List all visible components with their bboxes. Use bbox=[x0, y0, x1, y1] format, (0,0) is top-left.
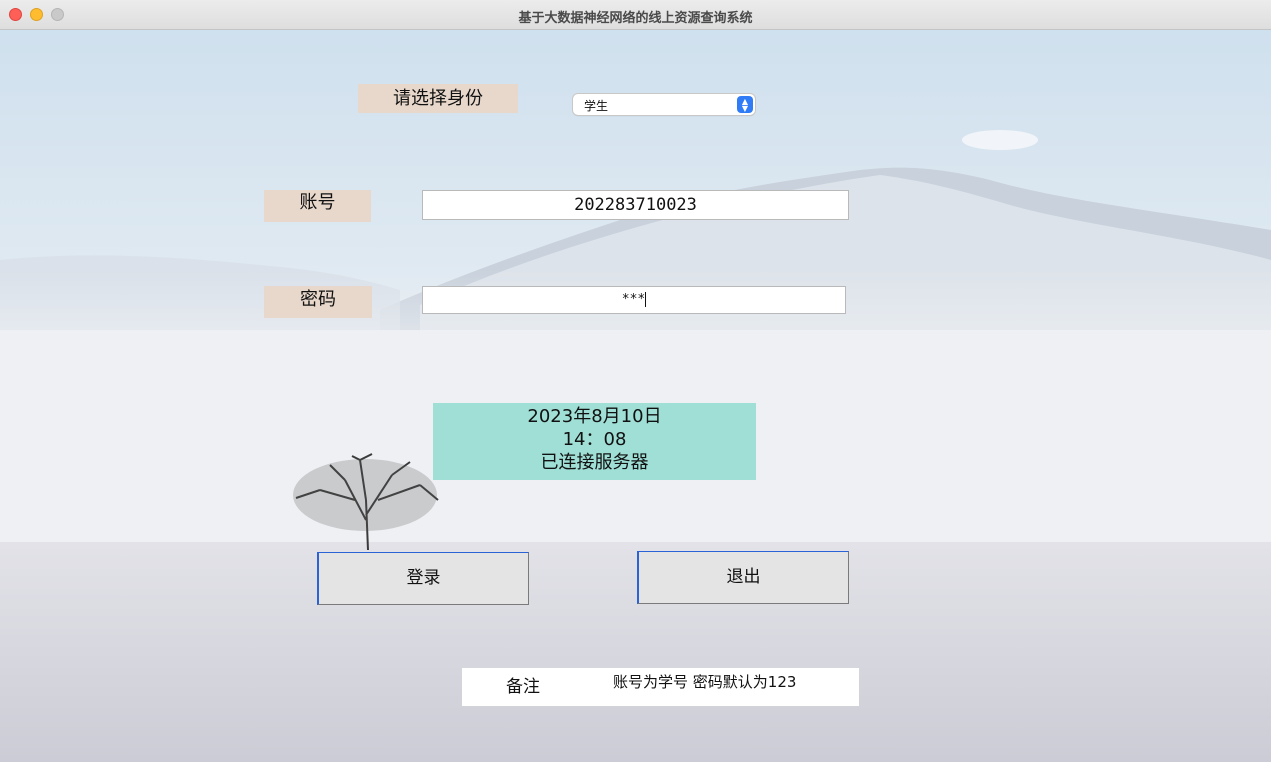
status-time: 14：08 bbox=[562, 429, 627, 450]
snow-landscape-image bbox=[0, 30, 1271, 762]
note-panel: 备注 账号为学号 密码默认为123 bbox=[462, 668, 859, 706]
password-label: 密码 bbox=[264, 286, 372, 318]
status-connection: 已连接服务器 bbox=[540, 452, 649, 473]
text-cursor bbox=[645, 292, 647, 307]
login-button[interactable]: 登录 bbox=[317, 552, 529, 605]
window-title: 基于大数据神经网络的线上资源查询系统 bbox=[518, 11, 753, 26]
password-input[interactable]: *** bbox=[422, 286, 846, 314]
status-panel: 2023年8月10日 14：08 已连接服务器 bbox=[433, 403, 756, 480]
exit-button[interactable]: 退出 bbox=[637, 551, 849, 604]
account-label: 账号 bbox=[264, 190, 371, 222]
role-select[interactable]: 学生 ▲ ▼ bbox=[573, 94, 755, 115]
chevron-updown-icon: ▲ ▼ bbox=[737, 96, 753, 113]
note-text: 账号为学号 密码默认为123 bbox=[613, 673, 797, 691]
account-input[interactable]: 202283710023 bbox=[422, 190, 849, 220]
role-select-value: 学生 bbox=[584, 99, 609, 113]
note-label: 备注 bbox=[506, 677, 540, 697]
window-titlebar: 基于大数据神经网络的线上资源查询系统 bbox=[0, 0, 1271, 30]
background-scene bbox=[0, 30, 1271, 762]
role-label: 请选择身份 bbox=[358, 84, 518, 113]
status-date: 2023年8月10日 bbox=[527, 406, 662, 427]
password-value: *** bbox=[621, 292, 646, 307]
